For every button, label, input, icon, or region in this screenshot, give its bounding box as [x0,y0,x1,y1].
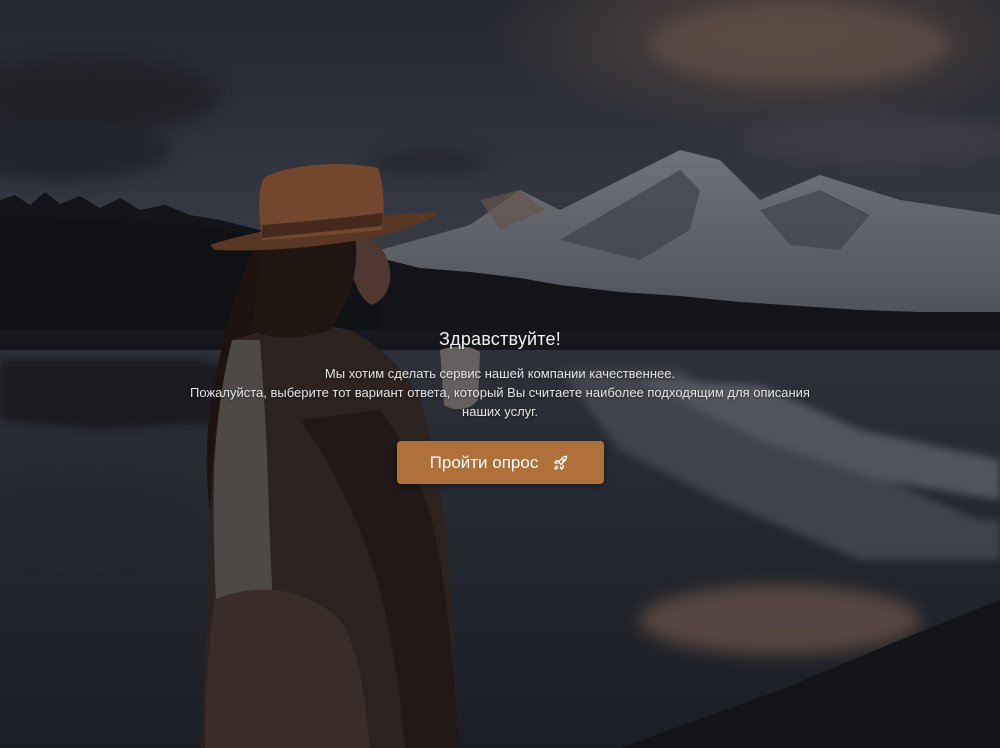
description-line: Пожалуйста, выберите тот вариант ответа,… [190,385,810,400]
survey-description: Мы хотим сделать сервис нашей компании к… [150,364,850,421]
description-line: Мы хотим сделать сервис нашей компании к… [324,366,676,381]
intro-panel: Здравствуйте! Мы хотим сделать сервис на… [0,326,1000,484]
start-survey-label: Пройти опрос [429,452,539,472]
rocket-icon [552,454,570,472]
greeting-heading: Здравствуйте! [439,329,561,349]
description-line: наших услуг. [462,404,538,419]
start-survey-button[interactable]: Пройти опрос [396,441,604,484]
survey-landing: Здравствуйте! Мы хотим сделать сервис на… [0,0,1000,748]
